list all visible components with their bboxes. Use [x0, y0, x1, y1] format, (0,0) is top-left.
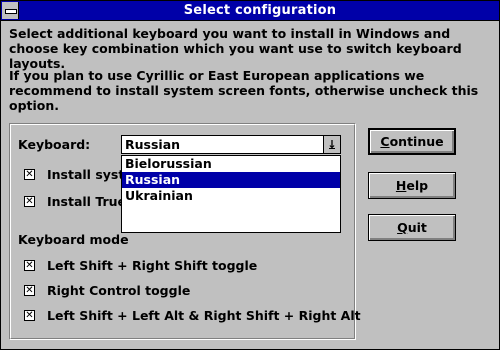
install-system-fonts-label: Install syste [47, 167, 133, 182]
keyboard-mode-label: Keyboard mode [18, 232, 129, 247]
fonts-note-text: If you plan to use Cyrillic or East Euro… [9, 68, 479, 113]
checkbox-x-icon[interactable]: ✕ [24, 169, 35, 180]
keyboard-option-bielorussian[interactable]: Bielorussian [122, 156, 340, 172]
checkbox-x-icon[interactable]: ✕ [24, 260, 35, 271]
continue-button[interactable]: Continue [368, 128, 456, 155]
mode-option-label: Left Shift + Left Alt & Right Shift + Ri… [47, 308, 361, 323]
help-mnemonic: H [395, 178, 407, 193]
mode-option-label: Left Shift + Right Shift toggle [47, 258, 258, 273]
keyboard-option-ukrainian[interactable]: Ukrainian [122, 188, 340, 204]
quit-mnemonic: Q [397, 220, 408, 235]
continue-label: ontinue [389, 134, 444, 149]
install-truetype-fonts-label: Install True [47, 194, 127, 209]
checkbox-x-icon[interactable]: ✕ [24, 196, 35, 207]
keyboard-option-russian[interactable]: Russian [122, 172, 340, 188]
dropdown-arrow-icon[interactable]: ↓ [323, 136, 340, 153]
checkbox-x-icon[interactable]: ✕ [24, 310, 35, 321]
checkbox-x-icon[interactable]: ✕ [24, 285, 35, 296]
system-menu-icon[interactable] [2, 2, 19, 19]
keyboard-selected-value: Russian [125, 137, 181, 152]
window-title: Select configuration [183, 3, 337, 18]
keyboard-label: Keyboard: [18, 137, 91, 152]
keyboard-combobox[interactable]: Russian ↓ [121, 135, 341, 154]
intro-text: Select additional keyboard you want to i… [9, 26, 462, 71]
keyboard-dropdown-list: Bielorussian Russian Ukrainian [121, 155, 341, 233]
quit-label: uit [407, 220, 427, 235]
help-button[interactable]: Help [368, 172, 456, 199]
mode-option-label: Right Control toggle [47, 283, 191, 298]
title-bar: Select configuration [1, 1, 499, 21]
quit-button[interactable]: Quit [368, 214, 456, 241]
help-label: elp [406, 178, 429, 193]
continue-mnemonic: C [380, 134, 390, 149]
